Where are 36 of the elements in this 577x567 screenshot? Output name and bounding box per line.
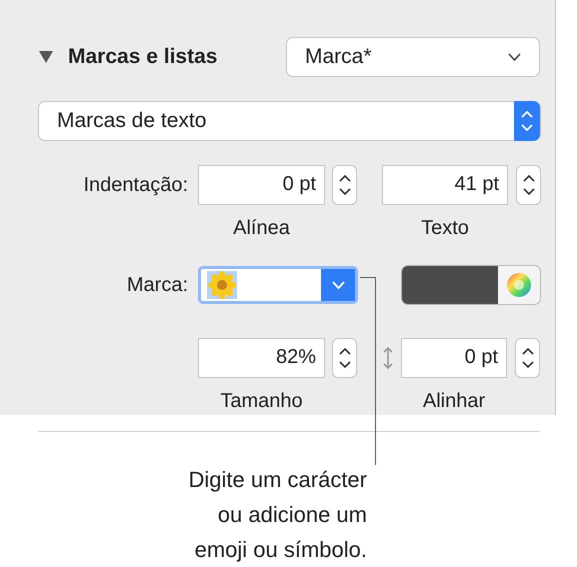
chevron-button[interactable] [321,269,355,301]
chevron-down-icon [522,360,534,368]
bullet-type-popup[interactable]: Marcas de texto [38,101,541,141]
stepper[interactable] [332,164,357,204]
field-caption: Tamanho [220,389,303,414]
chevron-down-icon [522,188,534,194]
flower-icon [207,271,237,299]
stepper[interactable] [516,164,541,204]
number-field[interactable]: 0 pt [401,338,507,378]
chevron-down-icon [332,281,344,289]
chevron-up-icon [522,174,534,182]
color-wheel-icon [506,272,532,298]
stepper[interactable] [515,338,540,378]
chevron-down-icon [338,188,350,194]
number-field[interactable]: 0 pt [198,164,325,204]
field-caption: Alinhar [422,389,486,414]
chevron-up-icon [522,348,534,354]
chevron-down-icon [508,53,521,61]
chevron-up-icon [338,348,350,354]
bullet-combo-box[interactable] [198,266,358,304]
callout-text: Digite um carácter ou adicione um emoji ou símbolo. [188,466,367,564]
indent-label: Indentação: [83,172,188,198]
field-caption: Texto [421,216,469,241]
vertical-arrows-icon [382,346,394,370]
color-well[interactable] [401,265,541,305]
stepper[interactable] [332,338,357,378]
chevron-up-icon [338,174,350,182]
section-title: Marcas e listas [68,44,218,70]
popup-arrows-icon [514,101,540,141]
number-field[interactable]: 82% [198,338,325,378]
disclosure-triangle[interactable] [38,50,54,64]
number-field[interactable]: 41 pt [382,164,508,204]
bullet-label: Marca: [126,273,188,298]
chevron-down-icon [338,360,350,368]
field-caption: Alínea [233,216,290,241]
style-dropdown[interactable]: Marca* [286,37,540,77]
